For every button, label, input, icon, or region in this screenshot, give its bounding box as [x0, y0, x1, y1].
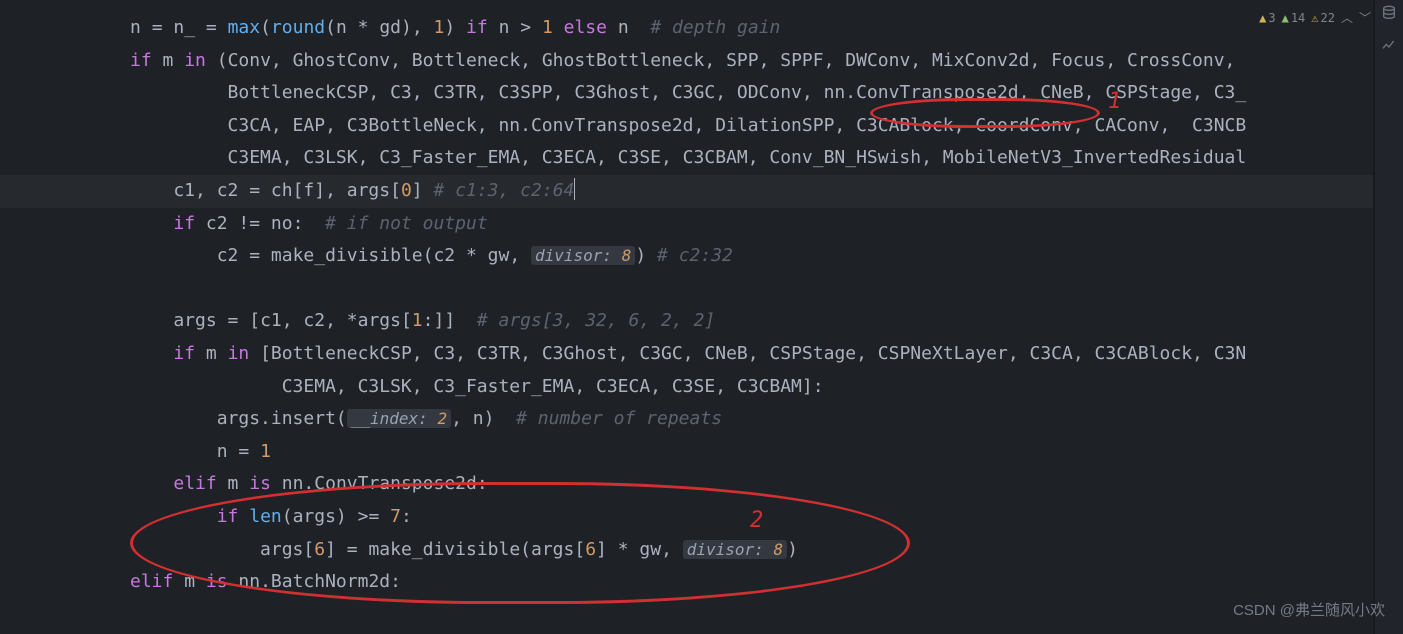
chevron-down-icon[interactable]: ﹀ [1359, 2, 1371, 35]
error-badge[interactable]: ▲3 [1259, 2, 1275, 35]
inline-hint: __index: 2 [347, 409, 451, 428]
code-line: C3CA, EAP, C3BottleNeck, nn.ConvTranspos… [0, 110, 1403, 143]
annotation-label-2: 2 [750, 505, 763, 538]
code-line: n = 1 [0, 436, 1403, 469]
inline-hint: divisor: 8 [683, 540, 787, 559]
code-editor[interactable]: n = n_ = max(round(n * gd), 1) if n > 1 … [0, 0, 1403, 634]
text-cursor [574, 178, 575, 200]
warning-badge[interactable]: ▲14 [1282, 2, 1306, 35]
code-line: elif m is nn.BatchNorm2d: [0, 566, 1403, 599]
inline-hint: divisor: 8 [531, 246, 635, 265]
code-line-active: c1, c2 = ch[f], args[0] # c1:3, c2:64 [0, 175, 1403, 208]
weak-warning-badge[interactable]: ⚠22 [1311, 2, 1335, 35]
code-line: n = n_ = max(round(n * gd), 1) if n > 1 … [0, 12, 1403, 45]
warning-icon: ▲ [1282, 2, 1289, 35]
code-line: if c2 != no: # if not output [0, 208, 1403, 241]
sciview-chart-icon[interactable] [1380, 36, 1398, 54]
warning-icon: ▲ [1259, 2, 1266, 35]
code-line: c2 = make_divisible(c2 * gw, divisor: 8)… [0, 240, 1403, 273]
inspections-widget[interactable]: ▲3 ▲14 ⚠22 ︿ ﹀ [1259, 2, 1371, 35]
watermark-text: CSDN @弗兰随风小欢 [1233, 595, 1385, 628]
code-line [0, 273, 1403, 306]
database-icon[interactable] [1380, 4, 1398, 22]
code-line: args.insert(__index: 2, n) # number of r… [0, 403, 1403, 436]
code-line: C3EMA, C3LSK, C3_Faster_EMA, C3ECA, C3SE… [0, 371, 1403, 404]
warning-icon: ⚠ [1311, 2, 1318, 35]
code-line: elif m is nn.ConvTranspose2d: [0, 468, 1403, 501]
code-line: BottleneckCSP, C3, C3TR, C3SPP, C3Ghost,… [0, 77, 1403, 110]
annotation-label-1: 1 [1108, 86, 1121, 119]
code-line: if len(args) >= 7: [0, 501, 1403, 534]
right-toolbar [1375, 0, 1403, 634]
code-line: if m in [BottleneckCSP, C3, C3TR, C3Ghos… [0, 338, 1403, 371]
chevron-up-icon[interactable]: ︿ [1341, 2, 1353, 35]
code-line: C3EMA, C3LSK, C3_Faster_EMA, C3ECA, C3SE… [0, 142, 1403, 175]
code-line: args = [c1, c2, *args[1:]] # args[3, 32,… [0, 305, 1403, 338]
code-line: if m in (Conv, GhostConv, Bottleneck, Gh… [0, 45, 1403, 78]
code-line: args[6] = make_divisible(args[6] * gw, d… [0, 534, 1403, 567]
